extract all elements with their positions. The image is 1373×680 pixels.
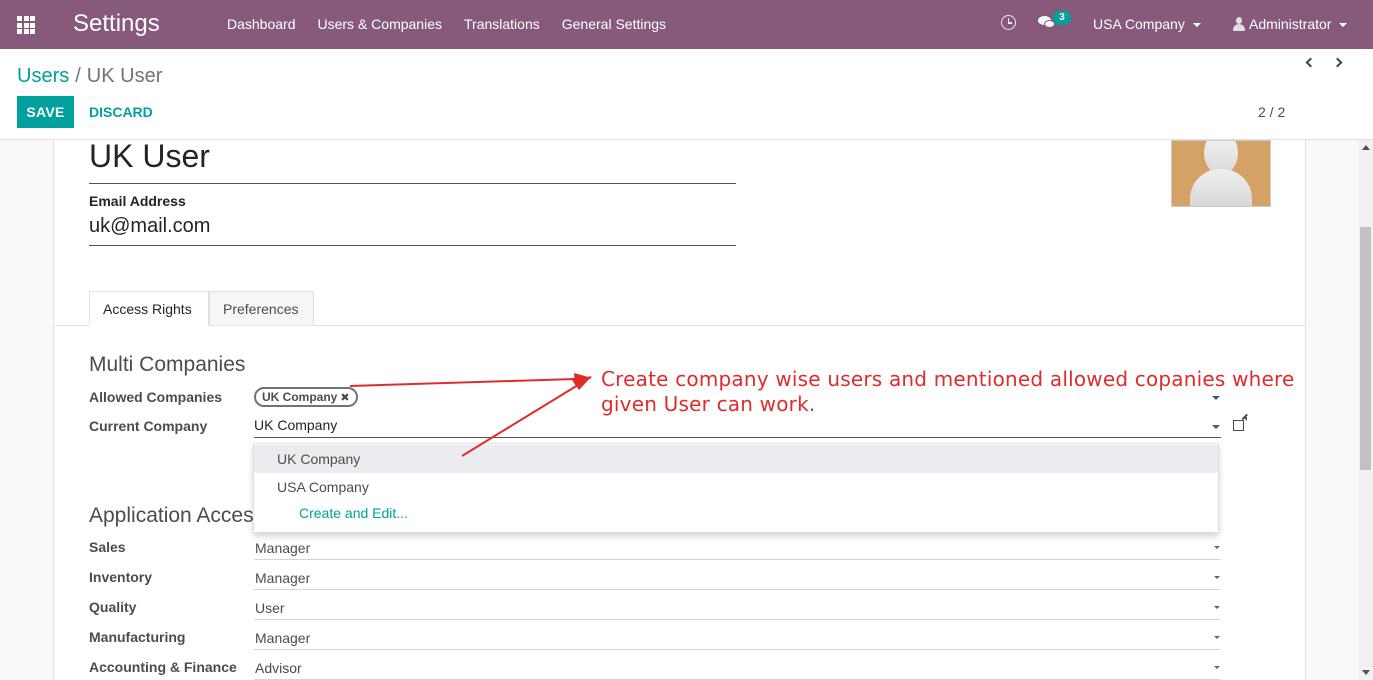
user-avatar-image[interactable] [1171,140,1271,207]
pager-next-button[interactable] [1332,56,1344,70]
remove-tag-icon[interactable]: ✖ [340,392,349,404]
sales-select[interactable]: Manager [255,540,310,556]
breadcrumb-users-link[interactable]: Users [17,65,69,87]
control-panel: Users / UK User SAVE DISCARD 2 / 2 [0,49,1373,140]
inventory-select[interactable]: Manager [255,570,310,586]
top-navbar: Settings Dashboard Users & Companies Tra… [0,0,1373,49]
main-menu: Dashboard Users & Companies Translations… [227,16,688,32]
inventory-label: Inventory [89,569,153,585]
dropdown-option-uk-company[interactable]: UK Company [254,445,1218,473]
scrollbar-thumb[interactable] [1360,227,1371,470]
sales-underline [254,559,1221,560]
manufacturing-select[interactable]: Manager [255,630,310,646]
breadcrumb-current: UK User [86,65,163,87]
menu-dashboard[interactable]: Dashboard [227,16,296,32]
apps-menu-icon[interactable] [17,16,35,34]
dropdown-option-usa-company[interactable]: USA Company [254,473,1218,501]
annotation-note: Create company wise users and mentioned … [601,367,1295,416]
email-label: Email Address [89,193,186,209]
external-link-icon[interactable] [1233,417,1247,431]
accounting-select[interactable]: Advisor [255,660,302,676]
messages-count-badge: 3 [1053,11,1071,25]
manufacturing-label: Manufacturing [89,629,186,645]
current-company-underline [254,437,1221,438]
multi-companies-title: Multi Companies [89,353,246,376]
allowed-companies-label: Allowed Companies [89,389,223,405]
tab-preferences[interactable]: Preferences [209,291,314,326]
caret-down-icon [1339,23,1348,28]
application-access-title: Application Access [89,504,265,527]
allowed-company-tag[interactable]: UK Company ✖ [254,387,358,407]
save-button[interactable]: SAVE [17,96,74,128]
manufacturing-underline [254,649,1221,650]
current-company-input[interactable]: UK Company [254,417,337,433]
pager-previous-button[interactable] [1304,56,1316,70]
page-scrollbar[interactable] [1358,140,1373,680]
menu-users-companies[interactable]: Users & Companies [318,16,443,32]
scroll-down-arrow-icon[interactable] [1362,670,1370,675]
accounting-caret-icon[interactable] [1214,666,1220,669]
chevron-right-icon [1332,57,1343,68]
discard-button[interactable]: DISCARD [89,104,153,120]
inventory-underline [254,589,1221,590]
company-switcher[interactable]: USA Company [1093,16,1201,32]
quality-select[interactable]: User [255,600,285,616]
tab-access-rights[interactable]: Access Rights [89,291,209,326]
chevron-left-icon [1305,57,1316,68]
sales-label: Sales [89,539,126,555]
breadcrumb-separator: / [75,65,81,87]
allowed-company-tag-label: UK Company [262,390,338,404]
caret-down-icon [1192,23,1201,28]
quality-label: Quality [89,599,137,615]
user-menu[interactable]: Administrator [1233,16,1348,32]
sales-caret-icon[interactable] [1214,546,1220,549]
scroll-up-arrow-icon[interactable] [1362,145,1370,150]
menu-general-settings[interactable]: General Settings [562,16,666,32]
user-menu-label: Administrator [1249,16,1332,32]
pager-counter[interactable]: 2 / 2 [1258,104,1285,120]
user-avatar-icon [1233,17,1245,31]
user-name-input[interactable]: UK User [89,140,736,184]
app-brand[interactable]: Settings [73,10,160,38]
manufacturing-caret-icon[interactable] [1214,636,1220,639]
menu-translations[interactable]: Translations [464,16,540,32]
quality-caret-icon[interactable] [1214,606,1220,609]
accounting-label: Accounting & Finance [89,659,237,675]
company-dropdown: UK Company USA Company Create and Edit..… [253,443,1219,533]
current-company-caret-icon[interactable] [1212,425,1220,429]
current-company-label: Current Company [89,418,208,434]
activity-clock-icon[interactable] [1001,15,1016,30]
email-input[interactable]: uk@mail.com [89,215,736,246]
dropdown-create-and-edit[interactable]: Create and Edit... [299,505,408,521]
company-switcher-label: USA Company [1093,16,1185,32]
inventory-caret-icon[interactable] [1214,576,1220,579]
breadcrumb: Users / UK User [17,65,162,88]
form-tabs: Access Rights Preferences [54,291,1305,326]
quality-underline [254,619,1221,620]
